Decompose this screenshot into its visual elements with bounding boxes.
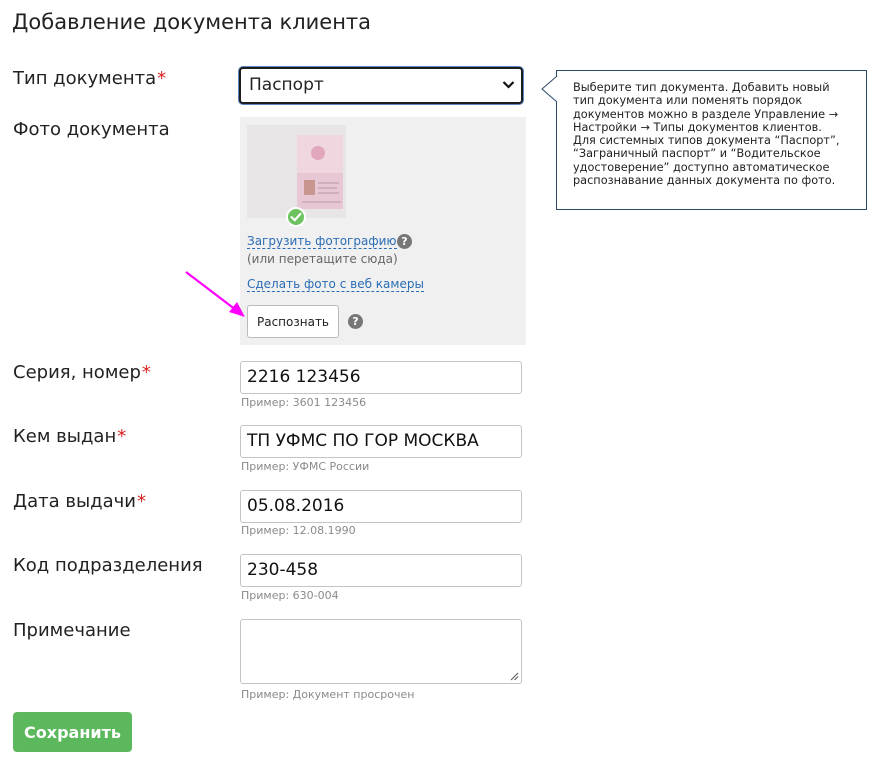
- tooltip-line: удостоверение” доступно автоматическое: [573, 160, 830, 174]
- tooltip-line: распознавание данных документа по фото.: [573, 174, 836, 188]
- tooltip-pointer-edge: [541, 76, 558, 102]
- note-textarea[interactable]: [240, 619, 522, 684]
- doc-type-select[interactable]: Паспорт: [239, 67, 523, 104]
- series-number-label: Серия, номер*: [13, 362, 151, 383]
- issued-by-label-text: Кем выдан: [13, 426, 117, 447]
- issue-date-label-text: Дата выдачи: [13, 491, 136, 512]
- issued-by-input[interactable]: ТП УФМС ПО ГОР МОСКВА: [240, 425, 522, 458]
- required-mark: *: [117, 426, 127, 447]
- passport-image: [247, 125, 346, 218]
- dept-code-hint: Пример: 630-004: [241, 589, 339, 602]
- required-mark: *: [141, 362, 151, 383]
- series-number-input[interactable]: 2216 123456: [240, 361, 522, 394]
- issue-date-input[interactable]: 05.08.2016: [240, 490, 522, 523]
- photo-label: Фото документа: [13, 119, 170, 140]
- tooltip-line: тип документа или поменять порядок: [573, 94, 803, 108]
- issue-date-label: Дата выдачи*: [13, 491, 146, 512]
- webcam-link[interactable]: Сделать фото с веб камеры: [247, 277, 424, 292]
- note-label: Примечание: [13, 620, 131, 641]
- required-mark: *: [136, 491, 146, 512]
- chevron-down-icon: [502, 81, 515, 89]
- series-number-label-text: Серия, номер: [13, 362, 141, 383]
- drag-hint: (или перетащите сюда): [247, 252, 398, 266]
- resize-grip-icon[interactable]: [510, 672, 519, 681]
- save-button[interactable]: Сохранить: [13, 712, 132, 752]
- tooltip-line: “Заграничный паспорт” и “Водительское: [573, 147, 821, 161]
- dept-code-label: Код подразделения: [13, 555, 203, 576]
- check-icon: [286, 207, 306, 227]
- doc-type-label-text: Тип документа: [13, 68, 157, 89]
- tooltip-line: документов можно в разделе Управление →: [573, 107, 839, 121]
- annotation-arrow-icon: [185, 271, 245, 317]
- doc-type-label: Тип документа*: [13, 68, 166, 89]
- tooltip-line: Настройки → Типы документов клиентов.: [573, 120, 822, 134]
- dept-code-input[interactable]: 230-458: [240, 554, 522, 587]
- issue-date-hint: Пример: 12.08.1990: [241, 524, 356, 537]
- note-hint: Пример: Документ просрочен: [241, 688, 415, 701]
- help-icon[interactable]: ?: [397, 234, 412, 249]
- doc-type-value: Паспорт: [249, 75, 324, 95]
- series-number-hint: Пример: 3601 123456: [241, 396, 367, 409]
- tooltip-line: Для системных типов документа “Паспорт”,: [573, 134, 840, 148]
- doc-type-tooltip: Выберите тип документа. Добавить новый т…: [556, 70, 867, 210]
- issued-by-label: Кем выдан*: [13, 426, 126, 447]
- document-photo-thumbnail[interactable]: [247, 125, 346, 218]
- page-title: Добавление документа клиента: [12, 10, 372, 34]
- recognize-button[interactable]: Распознать: [247, 305, 339, 338]
- required-mark: *: [157, 68, 167, 89]
- tooltip-line: Выберите тип документа. Добавить новый: [573, 81, 830, 94]
- upload-photo-link[interactable]: Загрузить фотографию: [247, 234, 397, 249]
- issued-by-hint: Пример: УФМС России: [241, 460, 370, 473]
- help-icon[interactable]: ?: [348, 314, 363, 329]
